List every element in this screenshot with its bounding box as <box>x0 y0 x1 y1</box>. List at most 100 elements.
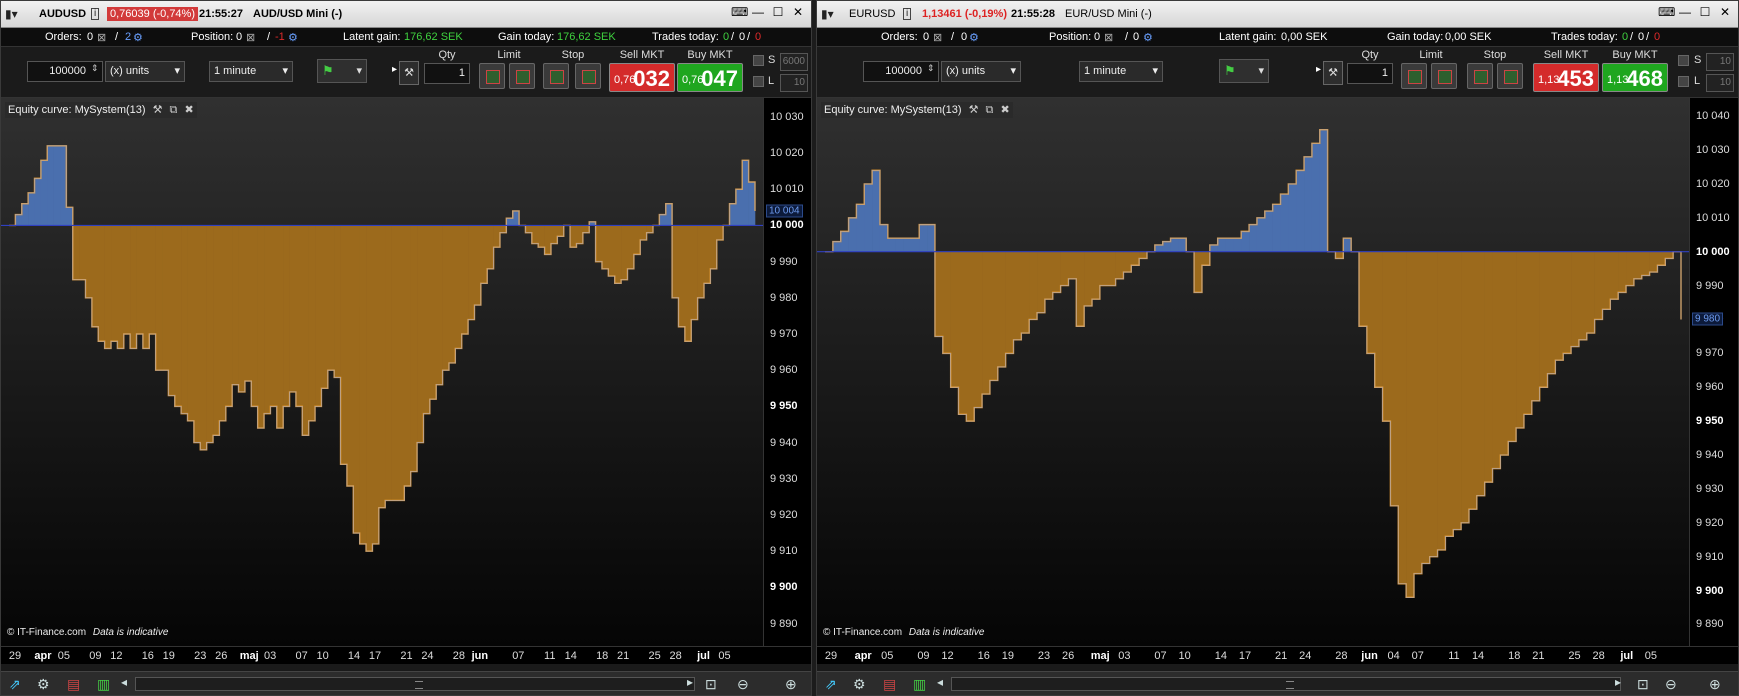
info-icon[interactable]: i <box>903 8 912 20</box>
quantity-spinner-icon[interactable]: ⇕ <box>91 63 99 74</box>
buy-mkt-label: Buy MKT <box>687 49 733 61</box>
close-icon[interactable]: ✕ <box>1718 6 1732 20</box>
minimize-icon[interactable]: — <box>1678 6 1692 20</box>
window-title-bar[interactable]: ▮▾ AUDUSD i 0,76039 (-0,74%) 21:55:27 AU… <box>1 1 811 28</box>
cancel-orders-icon[interactable]: ⊠ <box>97 31 106 44</box>
scroll-left-icon[interactable]: ◂ <box>121 675 127 689</box>
qty-input[interactable]: 1 <box>424 63 470 84</box>
strategy-button[interactable]: ⚑ ▾ <box>317 59 367 83</box>
position-gear-icon[interactable]: ⚙ <box>288 31 298 44</box>
restore-icon[interactable]: ⧉ <box>170 104 178 116</box>
window-title-bar[interactable]: ▮▾ EURUSD i 1,13461 (-0,19%) 21:55:28 EU… <box>817 1 1738 28</box>
limit-checkbox[interactable] <box>753 76 764 87</box>
stop-loss-checkbox[interactable] <box>753 55 764 66</box>
close-position-icon[interactable]: ⊠ <box>246 31 255 44</box>
restore-icon[interactable]: ☐ <box>771 6 785 20</box>
bars-icon[interactable]: ▥ <box>913 676 926 693</box>
chart-add-icon[interactable]: ⇗ <box>9 676 21 693</box>
wrench-icon[interactable]: ⚒ <box>399 61 419 85</box>
time-axis[interactable]: 29 apr 05 09 12 16 19 23 26 maj 03 07 10 14 17 21 24 28 ju… <box>817 646 1738 664</box>
expand-icon[interactable]: ▸ <box>392 64 397 75</box>
stop-sell-button[interactable] <box>1467 63 1493 89</box>
equity-chart-area[interactable]: Equity curve: MySystem(13) ⚒ ⧉ ✖ © IT-Fi… <box>817 98 1689 646</box>
zoom-in-icon[interactable]: ⊕ <box>1709 676 1721 693</box>
qty-input[interactable]: 1 <box>1347 63 1393 84</box>
info-icon[interactable]: i <box>91 8 100 20</box>
restore-icon[interactable]: ☐ <box>1698 6 1712 20</box>
price-axis[interactable]: 10 030 10 020 10 010 10 000 9 990 9 980 9 970 9… <box>763 98 811 646</box>
limit-checkbox[interactable] <box>1678 76 1689 87</box>
equity-area-segment <box>1602 251 1611 310</box>
chart-add-icon[interactable]: ⇗ <box>825 676 837 693</box>
restore-icon[interactable]: ⧉ <box>986 104 994 116</box>
close-position-icon[interactable]: ⊠ <box>1104 31 1113 44</box>
buy-price-prefix: 0,76 <box>682 74 704 86</box>
zoom-in-icon[interactable]: ⊕ <box>785 676 797 693</box>
units-select[interactable]: (x) units ▾ <box>941 61 1021 82</box>
stop-loss-checkbox[interactable] <box>1678 55 1689 66</box>
time-axis[interactable]: 29 apr 05 09 12 16 19 23 26 maj 03 07 10 14 17 21 24 28 ju… <box>1 646 811 664</box>
equity-area-segment <box>525 225 533 233</box>
zoom-fit-icon[interactable]: ⊡ <box>705 676 717 693</box>
stop-buy-button[interactable] <box>575 63 601 89</box>
limit-sell-button[interactable] <box>479 63 505 89</box>
bars-icon[interactable]: ▥ <box>97 676 110 693</box>
scroll-right-icon[interactable]: ▸ <box>687 675 693 689</box>
close-icon[interactable]: ✖ <box>184 104 193 116</box>
equity-area-segment <box>244 225 252 382</box>
window-menu-icon[interactable]: ▮▾ <box>821 7 834 21</box>
settings-icon[interactable]: ⚙ <box>37 676 50 693</box>
wrench-icon[interactable]: ⚒ <box>1323 61 1343 85</box>
keyboard-icon[interactable]: ⌨ <box>731 6 748 20</box>
window-controls: ⌨ — ☐ ✕ <box>1658 6 1732 20</box>
limit-l-input[interactable]: 10 <box>780 74 808 92</box>
y-tick-label: 9 890 <box>770 617 798 630</box>
settings-icon[interactable]: ⚙ <box>853 676 866 693</box>
sell-market-button[interactable]: 1,13 453 <box>1533 63 1599 92</box>
wrench-icon[interactable]: ⚒ <box>969 104 979 116</box>
orders-gear-icon[interactable]: ⚙ <box>133 31 143 44</box>
stop-buy-button[interactable] <box>1497 63 1523 89</box>
wrench-icon[interactable]: ⚒ <box>153 104 163 116</box>
equity-area-segment <box>1005 251 1014 354</box>
stop-loss-input[interactable]: 10 <box>1706 53 1734 71</box>
position-gear-icon[interactable]: ⚙ <box>1143 31 1153 44</box>
orders-label: Orders: <box>881 31 918 43</box>
equity-area-segment <box>1578 251 1588 340</box>
save-icon[interactable]: ▤ <box>883 676 896 693</box>
scroll-right-icon[interactable]: ▸ <box>1615 675 1621 689</box>
price-axis[interactable]: 10 040 10 030 10 020 10 010 10 000 9 990 9 980… <box>1689 98 1738 646</box>
expand-icon[interactable]: ▸ <box>1316 64 1321 75</box>
buy-market-button[interactable]: 0,76 047 <box>677 63 743 92</box>
zoom-out-icon[interactable]: ⊖ <box>1665 676 1677 693</box>
units-select[interactable]: (x) units ▾ <box>105 61 185 82</box>
limit-buy-button[interactable] <box>1431 63 1457 89</box>
horizontal-scrollbar[interactable] <box>951 677 1621 691</box>
scroll-left-icon[interactable]: ◂ <box>937 675 943 689</box>
limit-sell-button[interactable] <box>1401 63 1427 89</box>
horizontal-scrollbar[interactable] <box>135 677 695 691</box>
quantity-spinner-icon[interactable]: ⇕ <box>927 63 935 74</box>
strategy-button[interactable]: ⚑ ▾ <box>1219 59 1269 83</box>
close-icon[interactable]: ✖ <box>1000 104 1009 116</box>
orders-gear-icon[interactable]: ⚙ <box>969 31 979 44</box>
limit-l-input[interactable]: 10 <box>1706 74 1734 92</box>
minimize-icon[interactable]: — <box>751 6 765 20</box>
keyboard-icon[interactable]: ⌨ <box>1658 6 1675 20</box>
window-menu-icon[interactable]: ▮▾ <box>5 7 18 21</box>
buy-market-button[interactable]: 1,13 468 <box>1602 63 1668 92</box>
close-icon[interactable]: ✕ <box>791 6 805 20</box>
limit-buy-button[interactable] <box>509 63 535 89</box>
stop-loss-input[interactable]: 6000 <box>780 53 808 71</box>
stop-sell-button[interactable] <box>543 63 569 89</box>
equity-area-segment <box>429 225 437 400</box>
save-icon[interactable]: ▤ <box>67 676 80 693</box>
zoom-fit-icon[interactable]: ⊡ <box>1637 676 1649 693</box>
timeframe-select[interactable]: 1 minute ▾ <box>1079 61 1163 82</box>
equity-area-segment <box>397 225 405 501</box>
zoom-out-icon[interactable]: ⊖ <box>737 676 749 693</box>
equity-chart-area[interactable]: Equity curve: MySystem(13) ⚒ ⧉ ✖ © IT-Fi… <box>1 98 763 646</box>
timeframe-select[interactable]: 1 minute ▾ <box>209 61 293 82</box>
cancel-orders-icon[interactable]: ⊠ <box>933 31 942 44</box>
sell-market-button[interactable]: 0,76 032 <box>609 63 675 92</box>
